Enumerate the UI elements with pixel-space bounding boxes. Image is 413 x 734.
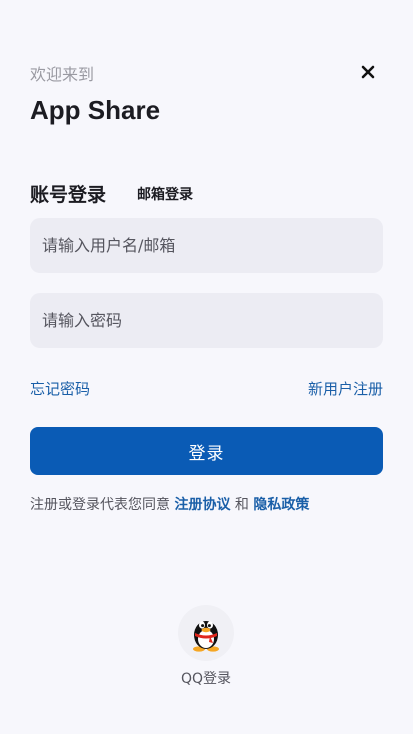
agreement-prefix: 注册或登录代表您同意 [30,497,170,513]
tab-email-login[interactable]: 邮箱登录 [137,184,193,204]
password-field-container [30,293,383,348]
qq-login-button[interactable]: QQ登录 [176,605,236,688]
password-input[interactable] [30,293,383,348]
login-button[interactable]: 登录 [30,427,383,475]
close-icon [361,65,375,79]
login-page: 欢迎来到 App Share 账号登录 邮箱登录 忘记密码 新用户注册 登录 注… [0,0,413,734]
privacy-link[interactable]: 隐私政策 [253,497,309,513]
qq-penguin-icon [193,621,219,652]
forgot-password-link[interactable]: 忘记密码 [30,378,90,399]
register-link[interactable]: 新用户注册 [308,378,383,399]
qq-login-label: QQ登录 [180,671,232,687]
agreement-and: 和 [234,497,249,513]
qq-icon-circle [178,605,234,661]
tab-account-login[interactable]: 账号登录 [30,180,106,207]
app-title: App Share [30,95,161,125]
agreement-text: 注册或登录代表您同意 注册协议 和 隐私政策 [30,494,309,514]
username-field-container [30,218,383,273]
terms-link[interactable]: 注册协议 [174,497,230,513]
welcome-text: 欢迎来到 [30,65,95,84]
close-button[interactable] [356,60,380,84]
username-input[interactable] [30,218,383,273]
